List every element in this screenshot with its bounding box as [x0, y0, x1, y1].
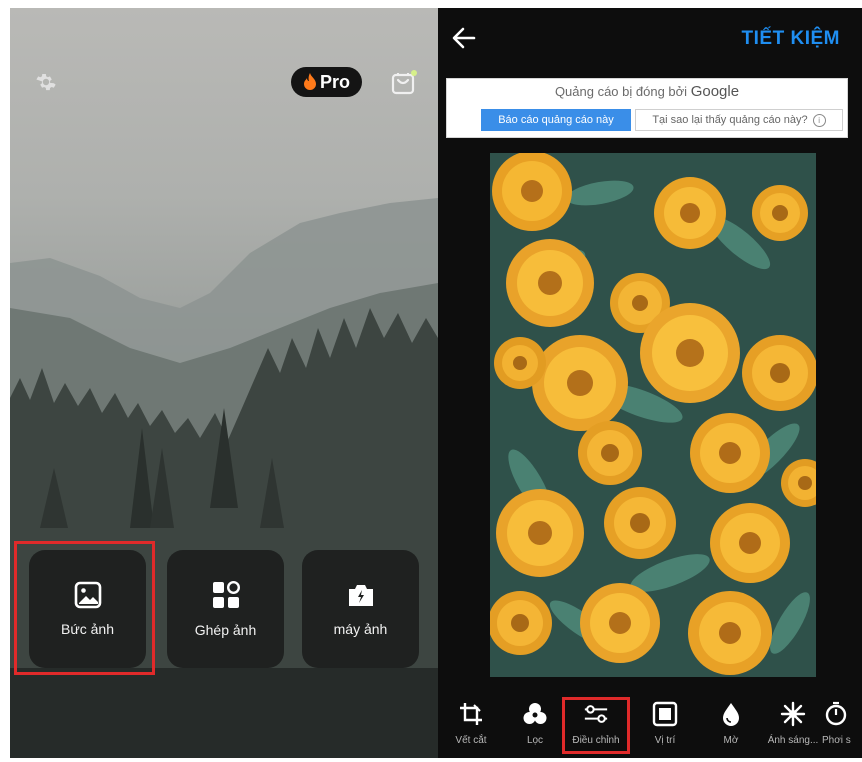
- back-button[interactable]: [450, 24, 478, 52]
- tool-adjust[interactable]: Điều chỉnh: [567, 693, 625, 755]
- settings-button[interactable]: [32, 68, 60, 96]
- edit-toolbar: Vết cắt Lọc Điều chỉnh Vị trí Mờ Ánh sán…: [438, 693, 862, 758]
- arrow-left-icon: [452, 27, 476, 49]
- why-ad-label: Tại sao lại thấy quảng cáo này?: [652, 114, 808, 126]
- frame-icon: [652, 701, 678, 727]
- why-ad-button[interactable]: Tại sao lại thấy quảng cáo này? i: [635, 109, 843, 131]
- tool-filter[interactable]: Lọc: [506, 693, 564, 755]
- tool-crop[interactable]: Vết cắt: [442, 693, 500, 755]
- sparkle-icon: [780, 701, 806, 727]
- gear-icon: [36, 74, 56, 91]
- tool-adjust-label: Điều chỉnh: [572, 735, 620, 746]
- image-icon: [74, 581, 101, 609]
- flame-icon: [303, 73, 316, 90]
- photo-preview[interactable]: [490, 153, 816, 677]
- ad-banner: Quảng cáo bị đóng bởi Google Báo cáo quả…: [446, 78, 848, 138]
- report-ad-button[interactable]: Báo cáo quảng cáo này: [481, 109, 631, 131]
- tool-blur[interactable]: Mờ: [702, 693, 760, 755]
- save-button[interactable]: TIẾT KIỆM: [742, 28, 840, 50]
- tool-position-label: Vị trí: [654, 735, 676, 746]
- info-icon: i: [812, 113, 826, 127]
- store-button[interactable]: [389, 67, 419, 97]
- collage-label: Ghép ảnh: [194, 622, 257, 638]
- tool-blur-label: Mờ: [723, 735, 739, 746]
- camera-label: máy ảnh: [333, 621, 388, 637]
- timer-icon: [825, 701, 847, 726]
- tool-light-label: Ánh sáng...: [767, 735, 819, 746]
- photo-edit-button[interactable]: Bức ảnh: [29, 550, 146, 668]
- home-screen: Pro Bức ảnh Ghép ảnh máy ảnh: [10, 8, 438, 758]
- tool-exposure-label: Phơi s: [822, 735, 851, 746]
- sliders-icon: [584, 705, 608, 723]
- photo-edit-label: Bức ảnh: [61, 621, 114, 637]
- ad-closed-message: Quảng cáo bị đóng bởi: [554, 84, 688, 99]
- tool-filter-label: Lọc: [526, 735, 544, 746]
- tool-light[interactable]: Ánh sáng...: [764, 693, 822, 755]
- ad-closed-text: Quảng cáo bị đóng bởi Google: [447, 83, 847, 100]
- collage-button[interactable]: Ghép ảnh: [167, 550, 284, 668]
- tool-crop-label: Vết cắt: [455, 735, 487, 746]
- pro-badge[interactable]: Pro: [291, 67, 362, 97]
- google-brand: Google: [690, 83, 740, 100]
- home-top-bar: Pro: [10, 8, 438, 148]
- tool-exposure[interactable]: Phơi s: [822, 693, 862, 755]
- crop-icon: [460, 703, 482, 725]
- flower-photo: [490, 153, 816, 677]
- camera-icon: [348, 585, 373, 606]
- drop-icon: [723, 703, 739, 726]
- tool-position[interactable]: Vị trí: [636, 693, 694, 755]
- shopping-bag-icon: [391, 70, 417, 95]
- filter-icon: [523, 703, 547, 724]
- editor-screen: TIẾT KIỆM Quảng cáo bị đóng bởi Google B…: [438, 8, 862, 758]
- camera-button[interactable]: máy ảnh: [302, 550, 419, 668]
- grid-icon: [212, 580, 240, 608]
- pro-label: Pro: [319, 71, 350, 92]
